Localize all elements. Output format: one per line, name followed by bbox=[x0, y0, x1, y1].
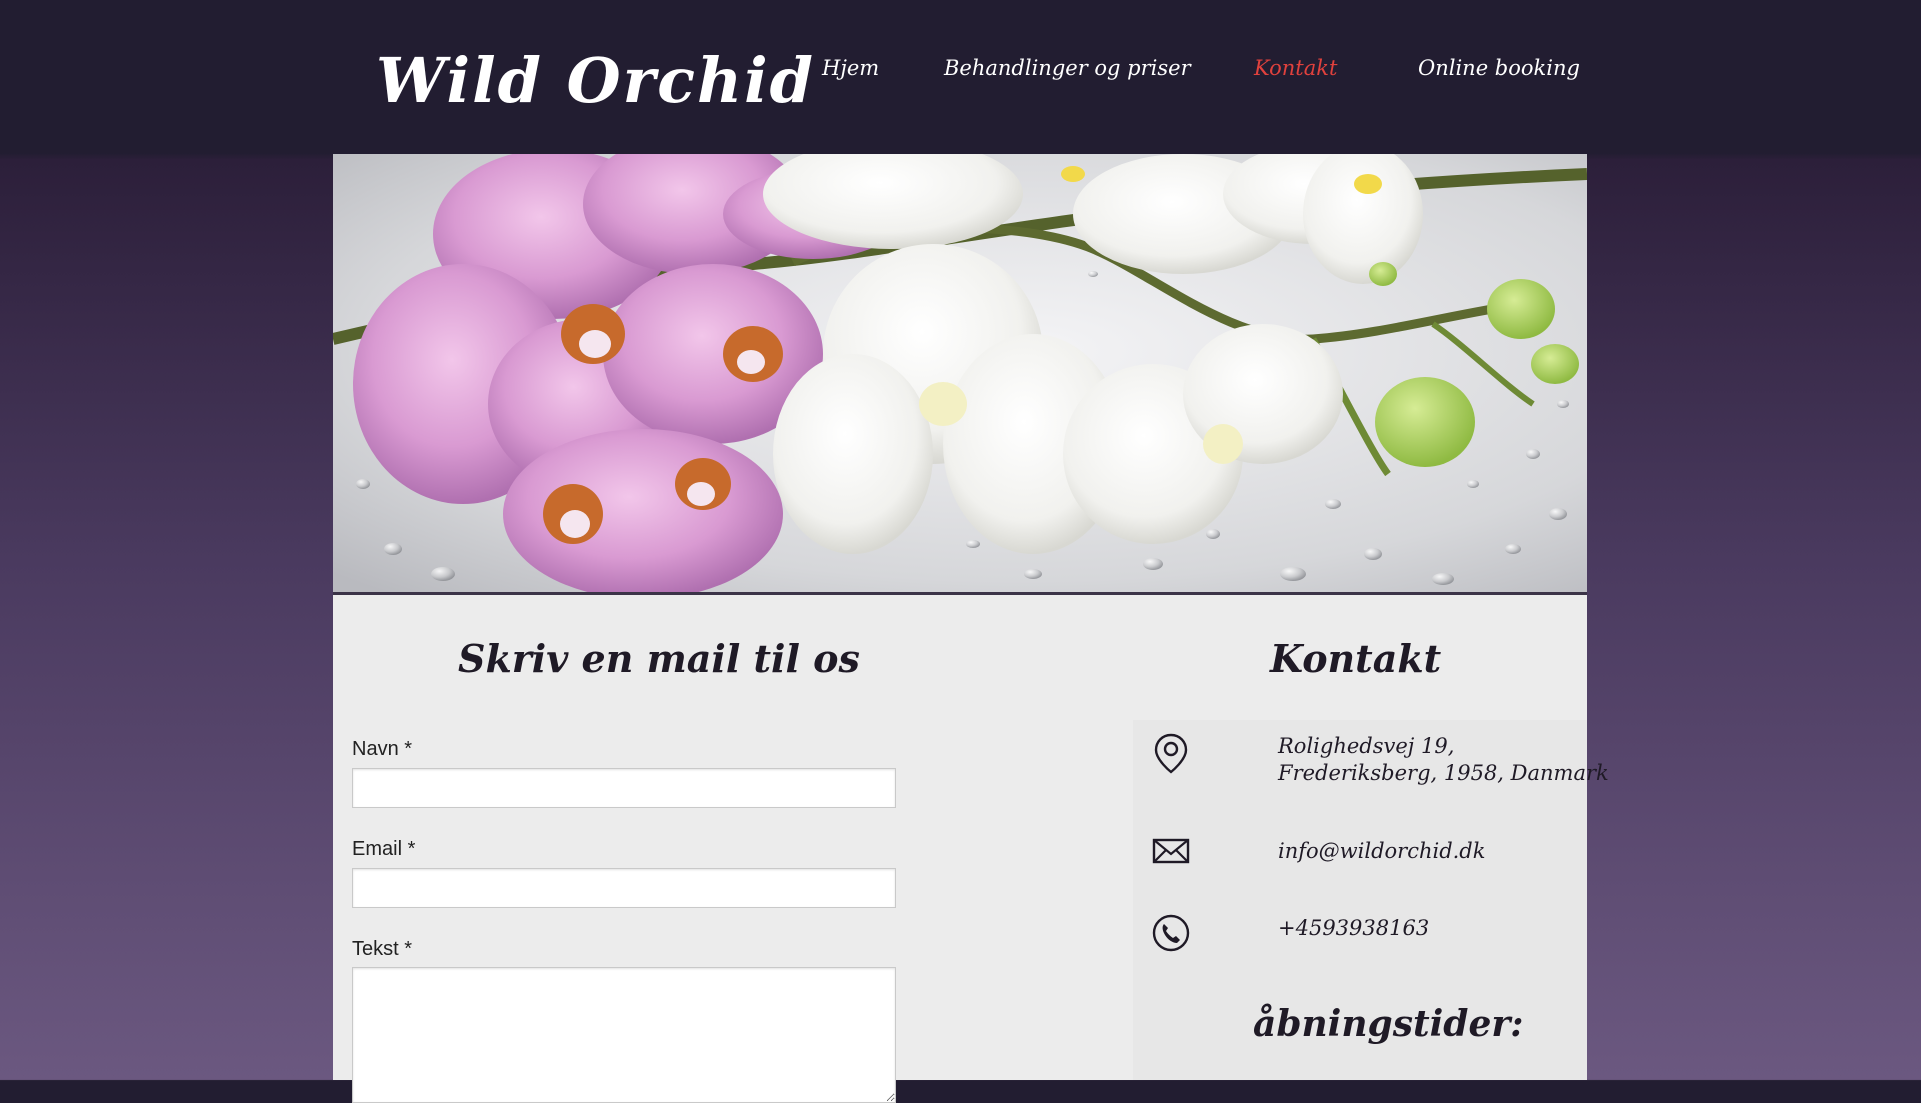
text-label: Tekst * bbox=[352, 938, 413, 960]
name-input[interactable] bbox=[352, 768, 896, 808]
opening-hours-title: åbningstider: bbox=[1253, 1003, 1524, 1045]
contact-phone[interactable]: +4593938163 bbox=[1278, 915, 1429, 942]
hero-orchid-image bbox=[333, 154, 1587, 595]
name-label: Navn * bbox=[352, 738, 413, 760]
nav-item-hjem[interactable]: Hjem bbox=[822, 56, 879, 80]
form-title: Skriv en mail til os bbox=[458, 636, 860, 681]
nav-item-kontakt[interactable]: Kontakt bbox=[1254, 56, 1337, 80]
contact-email-link[interactable]: info@wildorchid.dk bbox=[1278, 838, 1485, 865]
nav-item-behandlinger[interactable]: Behandlinger og priser bbox=[944, 56, 1191, 80]
address-line1: Rolighedsvej 19, bbox=[1278, 734, 1455, 758]
nav-item-online-booking[interactable]: Online booking bbox=[1418, 56, 1580, 80]
orchid-illustration bbox=[333, 154, 1587, 592]
site-header: Wild Orchid Hjem Behandlinger og priser … bbox=[0, 0, 1921, 153]
address-line2: Frederiksberg, 1958, Danmark bbox=[1278, 761, 1609, 785]
email-input[interactable] bbox=[352, 868, 896, 908]
envelope-icon bbox=[1152, 838, 1190, 864]
main-nav: Hjem Behandlinger og priser Kontakt Onli… bbox=[0, 56, 1921, 88]
phone-icon bbox=[1152, 914, 1190, 952]
message-textarea[interactable] bbox=[352, 967, 896, 1103]
email-label: Email * bbox=[352, 838, 416, 860]
contact-title: Kontakt bbox=[1270, 636, 1442, 681]
map-pin-icon bbox=[1154, 733, 1188, 774]
